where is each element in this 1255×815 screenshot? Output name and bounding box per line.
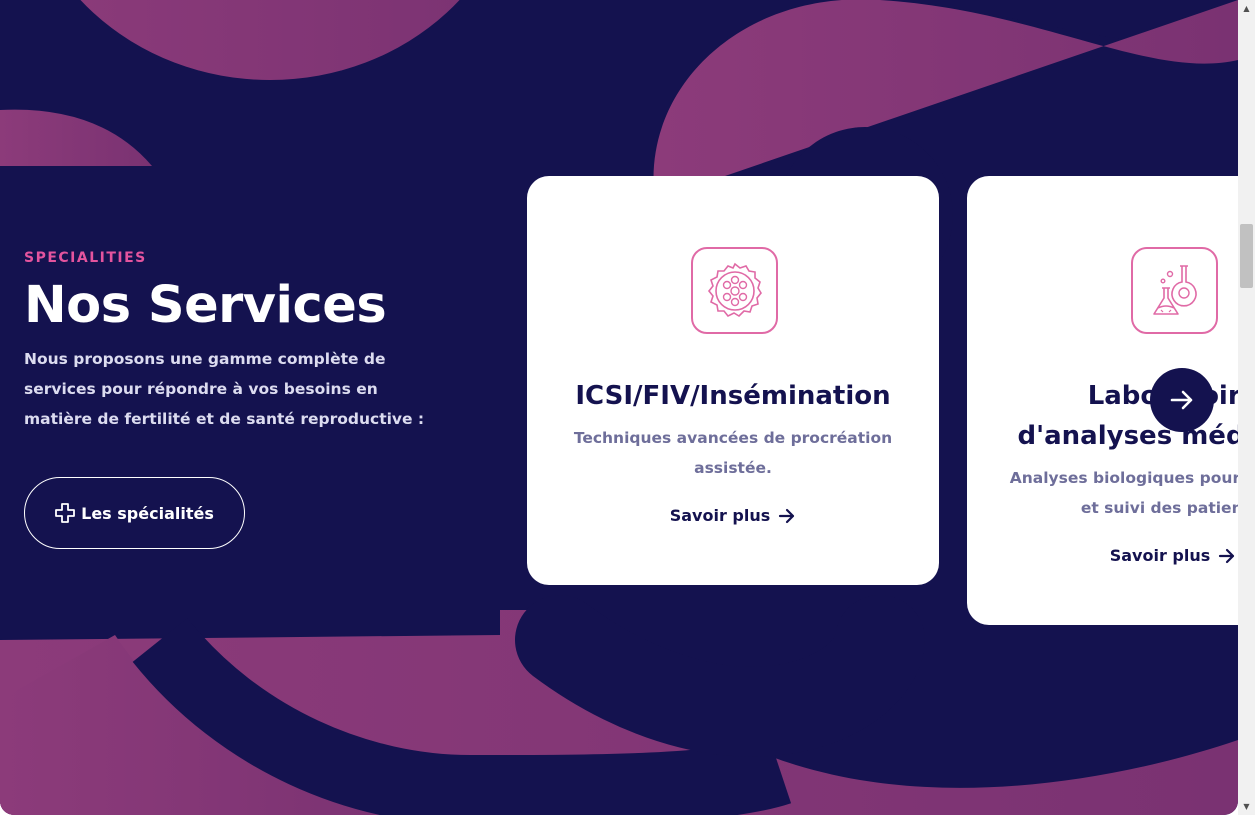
- section-eyebrow: SPECIALITIES: [24, 250, 147, 266]
- specialities-button-label: Les spécialités: [81, 503, 214, 523]
- read-more-label: Savoir plus: [669, 506, 771, 525]
- scrollbar-thumb[interactable]: [1240, 224, 1253, 288]
- embryo-cell-icon: [691, 247, 778, 334]
- card-title: ICSI/FIV/Insémination: [575, 381, 891, 411]
- arrow-right-icon: [779, 508, 795, 523]
- section-title: Nos Services: [24, 276, 387, 335]
- service-card-icsi[interactable]: ICSI/FIV/Insémination Techniques avancée…: [527, 176, 939, 585]
- specialities-button[interactable]: Les spécialités: [24, 477, 245, 549]
- section-description: Nous proposons une gamme complète de ser…: [24, 350, 425, 429]
- vertical-scrollbar[interactable]: ▲ ▼: [1238, 0, 1255, 815]
- lab-flask-icon: [1131, 247, 1218, 334]
- services-intro: SPECIALITIES Nos Services Nous proposons…: [24, 250, 444, 434]
- scroll-up-icon[interactable]: ▲: [1238, 0, 1255, 17]
- scroll-down-icon[interactable]: ▼: [1238, 798, 1255, 815]
- read-more-label: Savoir plus: [1109, 546, 1211, 565]
- card-description: Analyses biologiques pour diagnostic et …: [1009, 469, 1238, 517]
- card-read-more-link[interactable]: Savoir plus: [527, 506, 939, 525]
- card-description: Techniques avancées de procréation assis…: [573, 429, 893, 477]
- carousel-next-button[interactable]: [1150, 368, 1214, 432]
- arrow-right-icon: [1170, 390, 1193, 410]
- services-section: SPECIALITIES Nos Services Nous proposons…: [0, 0, 1238, 815]
- plus-icon: [55, 503, 76, 523]
- arrow-right-icon: [1219, 548, 1235, 563]
- card-read-more-link[interactable]: Savoir plus: [967, 546, 1238, 565]
